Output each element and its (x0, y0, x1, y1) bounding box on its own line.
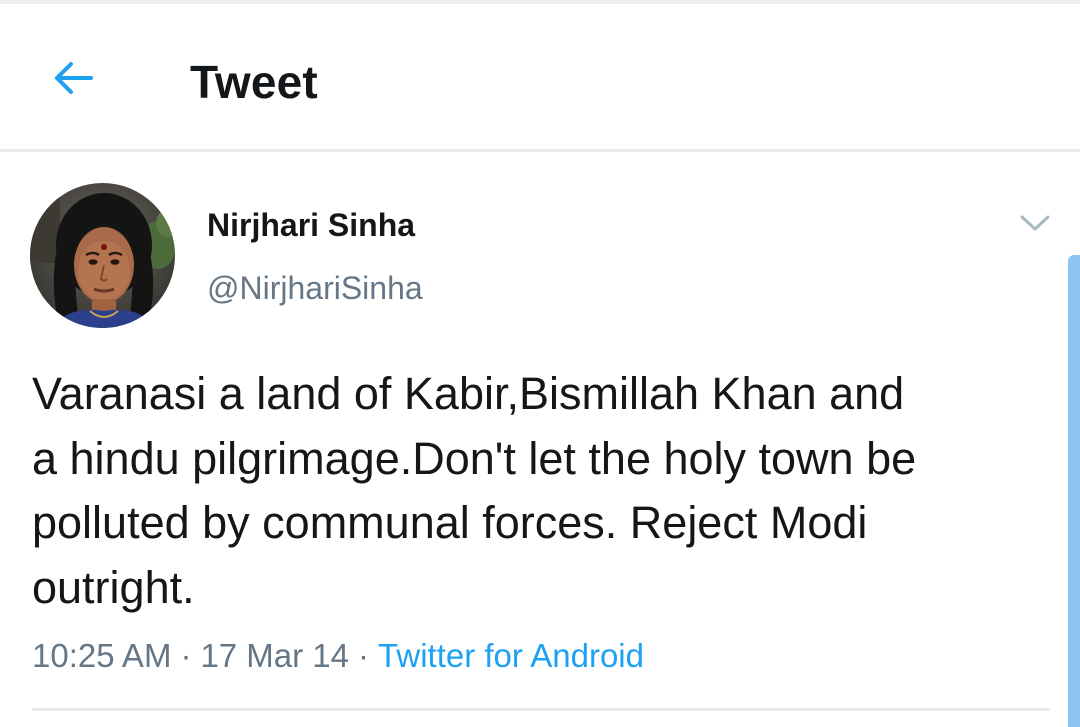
avatar-portrait-image (30, 183, 175, 328)
meta-separator: · (180, 637, 192, 674)
app-header: Tweet (0, 4, 1080, 149)
page-title: Tweet (190, 56, 318, 108)
back-button[interactable] (40, 50, 106, 110)
chevron-down-icon (1019, 213, 1051, 238)
author-handle[interactable]: @NirjhariSinha (207, 268, 423, 308)
meta-separator: · (358, 637, 370, 674)
header-divider (0, 149, 1080, 152)
tweet-time: 10:25 AM (32, 637, 172, 674)
scrollbar[interactable] (1068, 255, 1080, 727)
tweet-options-button[interactable] (1010, 205, 1060, 245)
tweet-meta: 10:25 AM · 17 Mar 14 · Twitter for Android (32, 634, 644, 678)
tweet-date: 17 Mar 14 (200, 637, 350, 674)
tweet-text: Varanasi a land of Kabir,Bismillah Khan … (32, 368, 917, 613)
author-display-name[interactable]: Nirjhari Sinha (207, 205, 415, 245)
avatar[interactable] (30, 183, 175, 328)
tweet-source-link[interactable]: Twitter for Android (378, 637, 644, 674)
tweet-divider (32, 708, 1050, 711)
arrow-left-icon (51, 60, 95, 101)
